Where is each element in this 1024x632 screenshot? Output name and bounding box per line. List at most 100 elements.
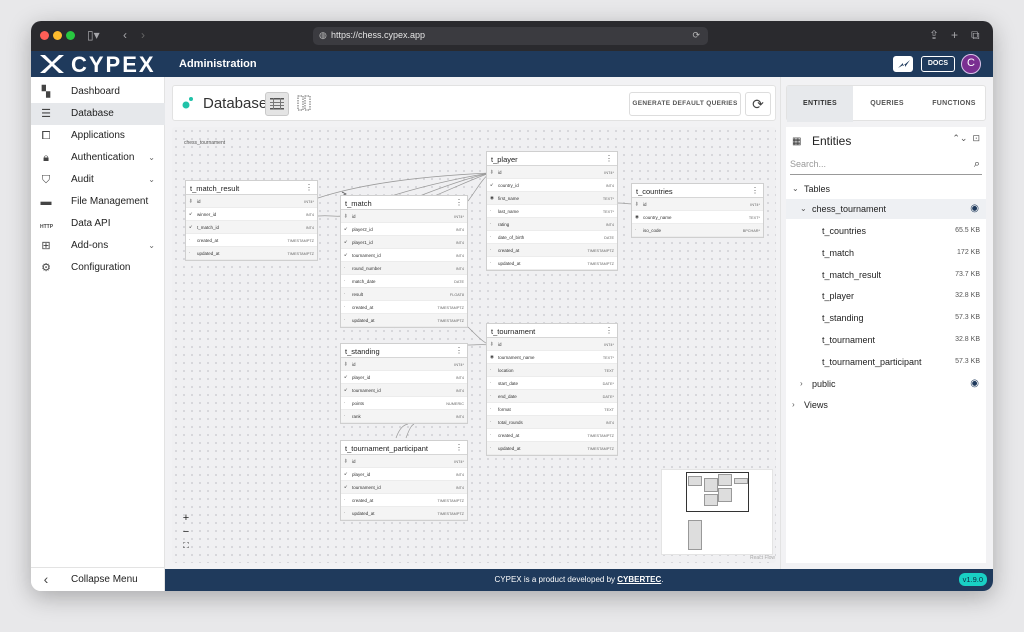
column-row[interactable]: · last_name TEXT* [487, 205, 617, 218]
column-row[interactable]: ⚷ id INT4* [341, 358, 467, 371]
tab-functions[interactable]: FUNCTIONS [921, 86, 987, 122]
sidebar-item-configuration[interactable]: ⚙ Configuration [31, 257, 165, 279]
sidebar-item-file-management[interactable]: ▬ File Management [31, 191, 165, 213]
column-row[interactable]: ◉ first_name TEXT* [487, 192, 617, 205]
new-tab-icon[interactable]: + [951, 28, 958, 42]
share-icon[interactable]: ⇪ [929, 28, 939, 42]
table-node-t-standing[interactable]: t_standing ⋮ ⚷ id INT4* ↙ player_id INT4 ↙ tourna… [340, 343, 468, 424]
zoom-in-button[interactable]: + [179, 511, 193, 525]
minimize-window-button[interactable] [53, 31, 62, 40]
cybertec-link[interactable]: CYBERTEC [617, 575, 661, 584]
fit-view-button[interactable]: ⛶ [179, 539, 193, 553]
sidebar-item-audit[interactable]: ⛉ Audit ⌄ [31, 169, 165, 191]
more-vert-icon[interactable]: ⋮ [455, 443, 463, 452]
refresh-button[interactable]: ⟳ [745, 92, 771, 116]
column-row[interactable]: ↙ tournament_id INT4 [341, 481, 467, 494]
column-row[interactable]: ↙ player_id INT4 [341, 468, 467, 481]
schema-diagram-canvas[interactable]: chess_tournament t_match_result ⋮ ⚷ id I… [172, 127, 776, 563]
column-row[interactable]: · updated_at TIMESTAMPTZ [341, 314, 467, 327]
table-node-t-countries[interactable]: t_countries ⋮ ⚷ id INT4* ◉ country_name TEXT* · i… [631, 183, 764, 238]
zoom-out-button[interactable]: − [179, 525, 193, 539]
column-row[interactable]: ⚷ id INT4* [487, 166, 617, 179]
reload-icon[interactable]: ⟳ [692, 30, 700, 41]
sidebar-item-database[interactable]: ☰ Database [31, 103, 165, 125]
docs-button[interactable]: DOCS [921, 56, 955, 72]
column-row[interactable]: · created_at TIMESTAMPTZ [487, 429, 617, 442]
column-row[interactable]: ↙ winner_id INT4 [186, 208, 317, 221]
more-vert-icon[interactable]: ⋮ [605, 154, 613, 163]
column-row[interactable]: ⚷ id INT4* [632, 198, 763, 211]
visibility-icon[interactable]: ◉ [970, 378, 979, 389]
generate-default-queries-button[interactable]: GENERATE DEFAULT QUERIES [629, 92, 741, 116]
column-row[interactable]: ↙ t_match_id INT4 [186, 221, 317, 234]
column-row[interactable]: · result FLOAT8 [341, 288, 467, 301]
close-window-button[interactable] [40, 31, 49, 40]
column-row[interactable]: · start_date DATE* [487, 377, 617, 390]
sidebar-toggle-icon[interactable]: ▯▾ [87, 28, 100, 42]
tree-schema-chess-tournament[interactable]: ⌄ chess_tournament ◉ [786, 199, 986, 219]
tree-table-item[interactable]: t_match_result 73.7 KB [786, 265, 986, 285]
column-row[interactable]: · round_number INT4 [341, 262, 467, 275]
sidebar-item-dashboard[interactable]: ▚ Dashboard [31, 81, 165, 103]
tree-table-item[interactable]: t_tournament 32.8 KB [786, 330, 986, 350]
more-vert-icon[interactable]: ⋮ [455, 198, 463, 207]
table-node-header[interactable]: t_match ⋮ [341, 196, 467, 210]
tab-entities[interactable]: ENTITIES [787, 86, 853, 122]
diagram-view-button[interactable] [265, 92, 289, 116]
column-row[interactable]: · end_date DATE* [487, 390, 617, 403]
column-row[interactable]: ↙ tournament_id INT4 [341, 249, 467, 262]
tree-views[interactable]: › Views [786, 395, 986, 415]
table-node-header[interactable]: t_countries ⋮ [632, 184, 763, 198]
column-row[interactable]: · updated_at TIMESTAMPTZ [186, 247, 317, 260]
focus-icon[interactable]: ⊡ [972, 133, 980, 143]
column-row[interactable]: · updated_at TIMESTAMPTZ [341, 507, 467, 520]
minimap[interactable] [661, 469, 773, 555]
more-vert-icon[interactable]: ⋮ [605, 326, 613, 335]
table-node-header[interactable]: t_player ⋮ [487, 152, 617, 166]
more-vert-icon[interactable]: ⋮ [751, 186, 759, 195]
column-row[interactable]: ↙ country_id INT4 [487, 179, 617, 192]
column-row[interactable]: · created_at TIMESTAMPTZ [487, 244, 617, 257]
column-row[interactable]: ↙ player2_id INT4 [341, 223, 467, 236]
split-view-button[interactable] [293, 92, 317, 116]
collapse-menu-button[interactable]: ‹ Collapse Menu [31, 567, 165, 591]
tree-table-item[interactable]: t_match 172 KB [786, 243, 986, 263]
sidebar-item-add-ons[interactable]: ⊞ Add-ons ⌄ [31, 235, 165, 257]
column-row[interactable]: ⚷ id INT4* [487, 338, 617, 351]
column-row[interactable]: · match_date DATE [341, 275, 467, 288]
tree-table-item[interactable]: t_countries 65.5 KB [786, 221, 986, 241]
sidebar-item-authentication[interactable]: 🔒︎ Authentication ⌄ [31, 147, 165, 169]
column-row[interactable]: · updated_at TIMESTAMPTZ [487, 442, 617, 455]
sidebar-item-applications[interactable]: ⧠ Applications [31, 125, 165, 147]
table-node-header[interactable]: t_tournament ⋮ [487, 324, 617, 338]
collapse-all-icon[interactable]: ⌃⌄ [952, 133, 967, 143]
column-row[interactable]: · updated_at TIMESTAMPTZ [487, 257, 617, 270]
table-node-t-match-result[interactable]: t_match_result ⋮ ⚷ id INT4* ↙ winner_id INT4 ↙ t_… [185, 180, 318, 261]
column-row[interactable]: · rank INT4 [341, 410, 467, 423]
column-row[interactable]: · created_at TIMESTAMPTZ [186, 234, 317, 247]
address-bar[interactable]: ◍ https://chess.cypex.app ⟳ [313, 27, 708, 45]
column-row[interactable]: · created_at TIMESTAMPTZ [341, 494, 467, 507]
table-node-t-tournament-participant[interactable]: t_tournament_participant ⋮ ⚷ id INT4* ↙ player… [340, 440, 468, 521]
zoom-window-button[interactable] [66, 31, 75, 40]
search-input[interactable] [790, 159, 960, 169]
sidebar-item-data-api[interactable]: HTTP Data API [31, 213, 165, 235]
column-row[interactable]: ↙ tournament_id INT4 [341, 384, 467, 397]
column-row[interactable]: · iso_code BPCHAR* [632, 224, 763, 237]
column-row[interactable]: · points NUMERIC [341, 397, 467, 410]
tab-overview-icon[interactable]: ⧉ [971, 28, 980, 42]
visibility-icon[interactable]: ◉ [970, 203, 979, 214]
react-flow-attribution[interactable]: React Flow [750, 555, 775, 561]
more-vert-icon[interactable]: ⋮ [455, 346, 463, 355]
open-app-button[interactable] [893, 56, 913, 72]
cypex-logo[interactable]: CYPEX [35, 51, 165, 77]
tab-queries[interactable]: QUERIES [854, 86, 920, 122]
column-row[interactable]: ⚷ id INT4* [341, 210, 467, 223]
column-row[interactable]: ⚷ id INT4* [341, 455, 467, 468]
forward-icon[interactable]: › [141, 28, 145, 42]
column-row[interactable]: ◉ country_name TEXT* [632, 211, 763, 224]
column-row[interactable]: · date_of_birth DATE [487, 231, 617, 244]
table-node-t-player[interactable]: t_player ⋮ ⚷ id INT4* ↙ country_id INT4 ◉ first_n… [486, 151, 618, 271]
table-node-t-tournament[interactable]: t_tournament ⋮ ⚷ id INT4* ◉ tournament_name TEX… [486, 323, 618, 456]
column-row[interactable]: ⚷ id INT4* [186, 195, 317, 208]
